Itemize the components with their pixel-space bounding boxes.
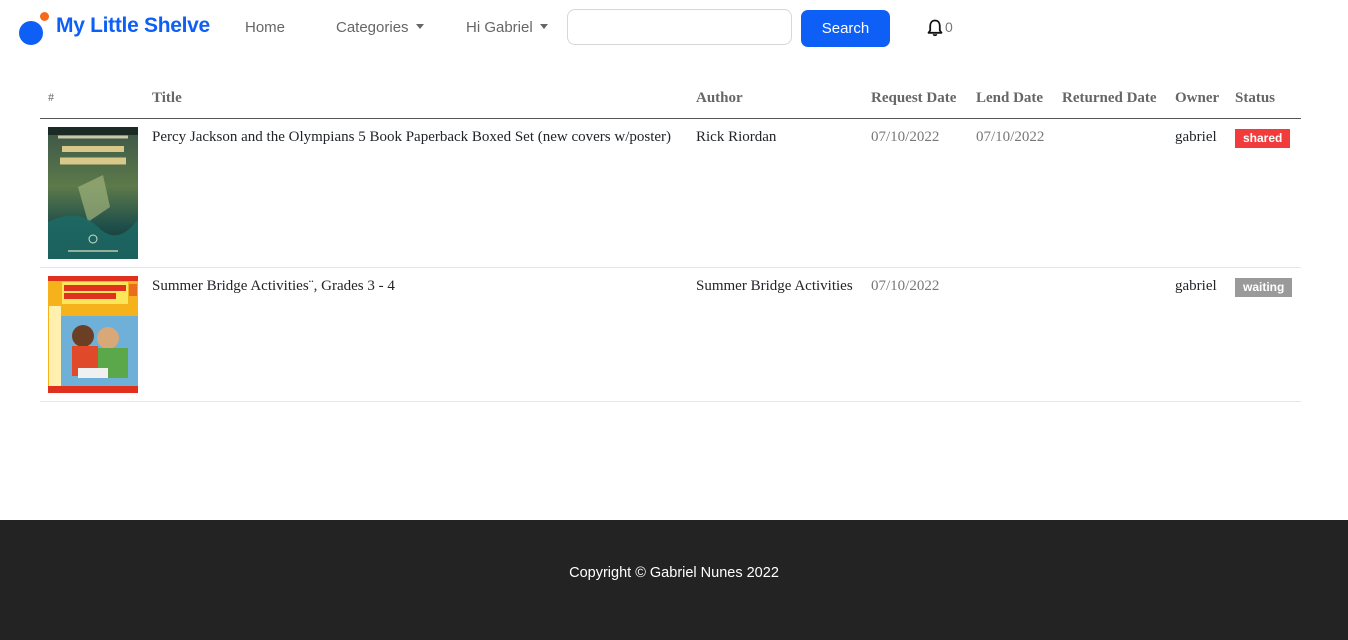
book-title-cell[interactable]: Percy Jackson and the Olympians 5 Book P… [144, 118, 688, 268]
lend-date-cell: 07/10/2022 [968, 118, 1054, 268]
user-menu-dropdown[interactable]: Hi Gabriel [466, 19, 548, 36]
footer: Copyright © Gabriel Nunes 2022 [0, 520, 1348, 640]
nav-home-link[interactable]: Home [245, 19, 285, 36]
cover-cell [40, 267, 144, 402]
table-header-row: # Title Author Request Date Lend Date Re… [40, 85, 1301, 119]
logo-icon[interactable] [19, 21, 43, 45]
search-button[interactable]: Search [801, 10, 890, 47]
request-date-cell: 07/10/2022 [863, 118, 968, 268]
column-header-index: # [40, 85, 144, 119]
book-title-cell[interactable]: Summer Bridge Activities¨, Grades 3 - 4 [144, 267, 688, 402]
owner-cell: gabriel [1167, 267, 1227, 402]
status-cell: waiting [1227, 267, 1301, 402]
column-header-lend-date: Lend Date [968, 85, 1054, 119]
book-cover-summer-bridge[interactable] [48, 276, 138, 393]
table-row: Summer Bridge Activities¨, Grades 3 - 4 … [40, 267, 1301, 402]
status-badge: waiting [1235, 278, 1293, 297]
status-cell: shared [1227, 118, 1301, 268]
requests-table-container: # Title Author Request Date Lend Date Re… [40, 85, 1301, 402]
table-row: Percy Jackson and the Olympians 5 Book P… [40, 118, 1301, 268]
chevron-down-icon [415, 24, 424, 29]
book-cover-percy-jackson[interactable] [48, 127, 138, 259]
returned-date-cell [1054, 267, 1167, 402]
author-cell: Summer Bridge Activities [688, 267, 863, 402]
nav-categories-label: Categories [336, 19, 409, 36]
request-date-cell: 07/10/2022 [863, 267, 968, 402]
cover-cell [40, 118, 144, 268]
lend-date-cell [968, 267, 1054, 402]
requests-table: # Title Author Request Date Lend Date Re… [40, 85, 1301, 402]
column-header-returned-date: Returned Date [1054, 85, 1167, 119]
notification-count: 0 [945, 19, 953, 35]
status-badge: shared [1235, 129, 1291, 148]
brand-link[interactable]: My Little Shelve [56, 14, 210, 38]
column-header-owner: Owner [1167, 85, 1227, 119]
copyright-text: Copyright © Gabriel Nunes 2022 [569, 565, 779, 581]
chevron-down-icon [539, 24, 548, 29]
navbar: My Little Shelve Home Categories Hi Gabr… [0, 0, 1348, 56]
author-cell: Rick Riordan [688, 118, 863, 268]
returned-date-cell [1054, 118, 1167, 268]
column-header-request-date: Request Date [863, 85, 968, 119]
nav-categories-dropdown[interactable]: Categories [336, 19, 424, 36]
logo-accent-dot [40, 12, 49, 21]
search-input[interactable] [567, 9, 792, 45]
bell-icon[interactable] [927, 19, 943, 37]
user-menu-label: Hi Gabriel [466, 19, 533, 36]
column-header-author: Author [688, 85, 863, 119]
owner-cell: gabriel [1167, 118, 1227, 268]
column-header-title: Title [144, 85, 688, 119]
column-header-status: Status [1227, 85, 1301, 119]
